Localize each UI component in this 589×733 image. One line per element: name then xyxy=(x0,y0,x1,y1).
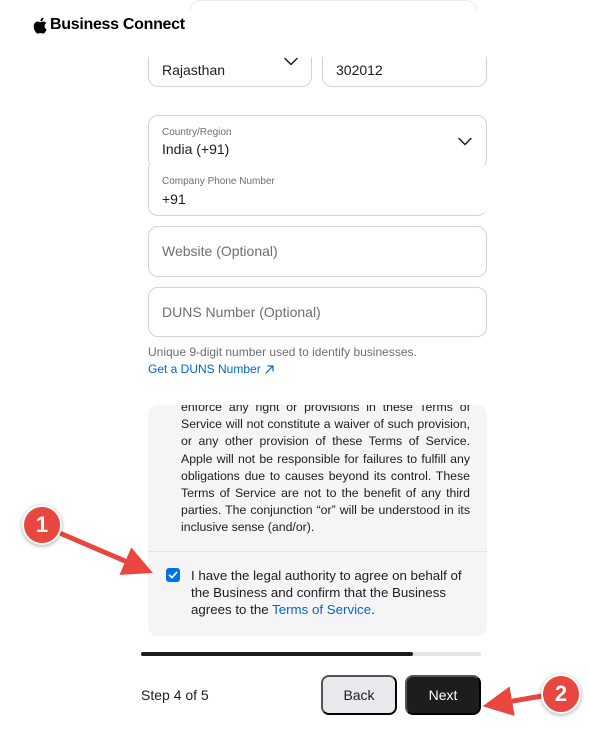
country-region-select[interactable]: Country/Region India (+91) xyxy=(148,115,487,169)
website-field[interactable]: Website (Optional) xyxy=(148,226,487,277)
terms-of-service-panel[interactable]: enforce any right or provisions in these… xyxy=(148,405,487,636)
state-select[interactable]: Rajasthan xyxy=(148,57,312,87)
terms-of-service-text: enforce any right or provisions in these… xyxy=(181,405,470,535)
checkmark-icon xyxy=(168,571,178,579)
step-indicator: Step 4 of 5 xyxy=(141,687,209,703)
country-region-value: India (+91) xyxy=(162,141,230,157)
arrow-up-right-icon xyxy=(265,364,274,374)
apple-logo-icon xyxy=(33,17,47,34)
back-button[interactable]: Back xyxy=(321,675,397,715)
get-duns-number-link[interactable]: Get a DUNS Number xyxy=(148,362,274,376)
postal-code-value: 302012 xyxy=(336,62,383,78)
consent-text-end: . xyxy=(371,602,375,617)
annotation-arrow-1 xyxy=(59,531,153,575)
annotation-arrow-2 xyxy=(482,686,545,716)
country-region-label: Country/Region xyxy=(162,127,232,138)
website-placeholder: Website (Optional) xyxy=(162,243,278,259)
legal-authority-checkbox[interactable] xyxy=(166,568,180,582)
annotation-badge-2: 2 xyxy=(541,674,581,714)
postal-code-field[interactable]: 302012 xyxy=(322,57,487,87)
company-phone-label: Company Phone Number xyxy=(162,176,275,187)
duns-number-field[interactable]: DUNS Number (Optional) xyxy=(148,287,487,337)
chevron-down-icon xyxy=(284,57,298,66)
get-duns-number-link-label: Get a DUNS Number xyxy=(148,362,261,376)
duns-number-placeholder: DUNS Number (Optional) xyxy=(162,304,321,320)
header: Business Connect xyxy=(33,16,185,34)
duns-helper-text: Unique 9-digit number used to identify b… xyxy=(148,345,417,359)
company-phone-field[interactable]: Company Phone Number +91 xyxy=(148,165,487,216)
annotation-badge-1: 1 xyxy=(22,505,62,545)
terms-of-service-link[interactable]: Terms of Service xyxy=(272,602,371,617)
progress-bar-fill xyxy=(141,652,413,656)
company-phone-value: +91 xyxy=(162,191,186,207)
legal-authority-consent-text: I have the legal authority to agree on b… xyxy=(191,567,476,618)
next-button[interactable]: Next xyxy=(405,675,481,715)
progress-bar xyxy=(141,652,481,656)
chevron-down-icon xyxy=(458,137,472,146)
state-value: Rajasthan xyxy=(162,62,226,78)
previous-field-edge xyxy=(190,0,477,10)
brand-title: Business Connect xyxy=(50,16,185,33)
divider xyxy=(148,551,487,552)
